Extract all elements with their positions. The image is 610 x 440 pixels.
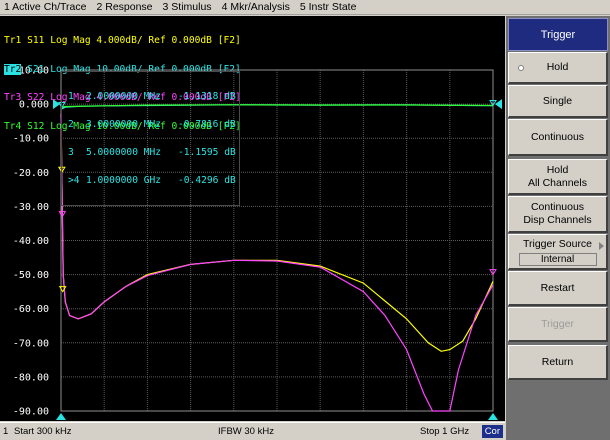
marker-row: >4 1.0000000 GHz -0.4296 dB — [68, 175, 236, 187]
trigger-source-button[interactable]: Trigger Source Internal — [508, 234, 608, 270]
softkey-menu-title: Trigger — [508, 18, 608, 51]
return-button-label: Return — [541, 355, 574, 368]
trigger-source-label: Trigger Source — [522, 237, 593, 250]
y-tick-label: -60.00 — [13, 304, 49, 315]
channel-number: 1 — [3, 426, 9, 437]
marker-table: 1 2.0000000 MHz -1.1318 dB 2 3.0000000 MHz -… — [61, 71, 240, 206]
marker-value: -1.1595 dB — [178, 147, 236, 159]
submenu-arrow-icon — [599, 242, 604, 250]
y-tick-label: -50.00 — [13, 270, 49, 281]
continuous-button[interactable]: Continuous — [508, 119, 608, 156]
softkey-panel: Trigger Hold Single Continuous Hold All … — [506, 16, 610, 440]
cont-disp-line2: Disp Channels — [523, 214, 592, 226]
y-tick-label: -70.00 — [13, 338, 49, 349]
y-tick-label: -90.00 — [13, 407, 49, 418]
menu-response[interactable]: 2 Response — [92, 0, 158, 14]
start-frequency[interactable]: Start 300 kHz — [14, 426, 72, 437]
menu-bar: 1 Active Ch/Trace 2 Response 3 Stimulus … — [0, 0, 610, 15]
marker-frequency: 3.0000000 MHz — [86, 119, 162, 131]
status-bar: 1 Start 300 kHz IFBW 30 kHz Stop 1 GHz C… — [0, 422, 505, 440]
marker-frequency: 1.0000000 GHz — [86, 175, 162, 187]
menu-stimulus[interactable]: 3 Stimulus — [159, 0, 218, 14]
y-tick-label: -40.00 — [13, 236, 49, 247]
menu-mkr-analysis[interactable]: 4 Mkr/Analysis — [218, 0, 296, 14]
hold-all-line2: All Channels — [528, 176, 587, 189]
y-tick-label: -80.00 — [13, 372, 49, 383]
trigger-button-label: Trigger — [541, 317, 574, 330]
single-button[interactable]: Single — [508, 85, 608, 118]
trigger-source-value: Internal — [518, 252, 597, 266]
marker-row: 1 2.0000000 MHz -1.1318 dB — [68, 90, 236, 102]
selected-radio-indicator — [518, 64, 524, 71]
marker-row: 2 3.0000000 MHz -0.7816 dB — [68, 119, 236, 131]
plot-window[interactable]: 10.00 0.000 -10.00 -20.00 -30.00 -40.00 -50.00… — [0, 16, 505, 421]
continuous-button-label: Continuous — [530, 130, 585, 143]
cont-disp-line1: Continuous — [530, 201, 585, 213]
correction-badge: Cor — [481, 425, 503, 438]
trace-header-tr1[interactable]: Tr1 S11 Log Mag 4.000dB/ Ref 0.000dB [F2… — [4, 36, 241, 46]
active-trace-tag: Tr2 — [4, 63, 22, 75]
marker-value: -1.1318 dB — [178, 90, 236, 102]
hold-button-label: Hold — [546, 61, 569, 73]
restart-button-label: Restart — [540, 281, 575, 294]
hold-button[interactable]: Hold — [508, 52, 608, 84]
hold-all-line1: Hold — [546, 163, 569, 176]
marker-number: 1 — [68, 90, 74, 102]
marker-number: 2 — [68, 119, 74, 131]
trigger-button[interactable]: Trigger — [508, 307, 608, 342]
return-button[interactable]: Return — [508, 345, 608, 380]
restart-button[interactable]: Restart — [508, 271, 608, 306]
marker-value: -0.7816 dB — [178, 119, 236, 131]
continuous-disp-channels-button[interactable]: Continuous Disp Channels — [508, 196, 608, 233]
hold-all-channels-button[interactable]: Hold All Channels — [508, 159, 608, 195]
start-stimulus-marker-icon — [56, 413, 66, 420]
marker-number: 3 — [68, 147, 74, 159]
y-tick-label: -20.00 — [13, 168, 49, 179]
y-tick-label: -30.00 — [13, 202, 49, 213]
marker-row: 3 5.0000000 MHz -1.1595 dB — [68, 147, 236, 159]
single-button-label: Single — [542, 94, 573, 107]
marker-number: >4 — [68, 175, 80, 187]
ifbw-value[interactable]: IFBW 30 kHz — [218, 426, 274, 437]
network-analyzer-window: 1 Active Ch/Trace 2 Response 3 Stimulus … — [0, 0, 610, 440]
marker-frequency: 2.0000000 MHz — [86, 90, 162, 102]
marker-value: -0.4296 dB — [178, 175, 236, 187]
stop-frequency[interactable]: Stop 1 GHz — [420, 426, 469, 437]
marker-frequency: 5.0000000 MHz — [86, 147, 162, 159]
menu-active-ch-trace[interactable]: 1 Active Ch/Trace — [0, 0, 92, 14]
menu-instr-state[interactable]: 5 Instr State — [296, 0, 363, 14]
stop-stimulus-marker-icon — [488, 413, 498, 420]
